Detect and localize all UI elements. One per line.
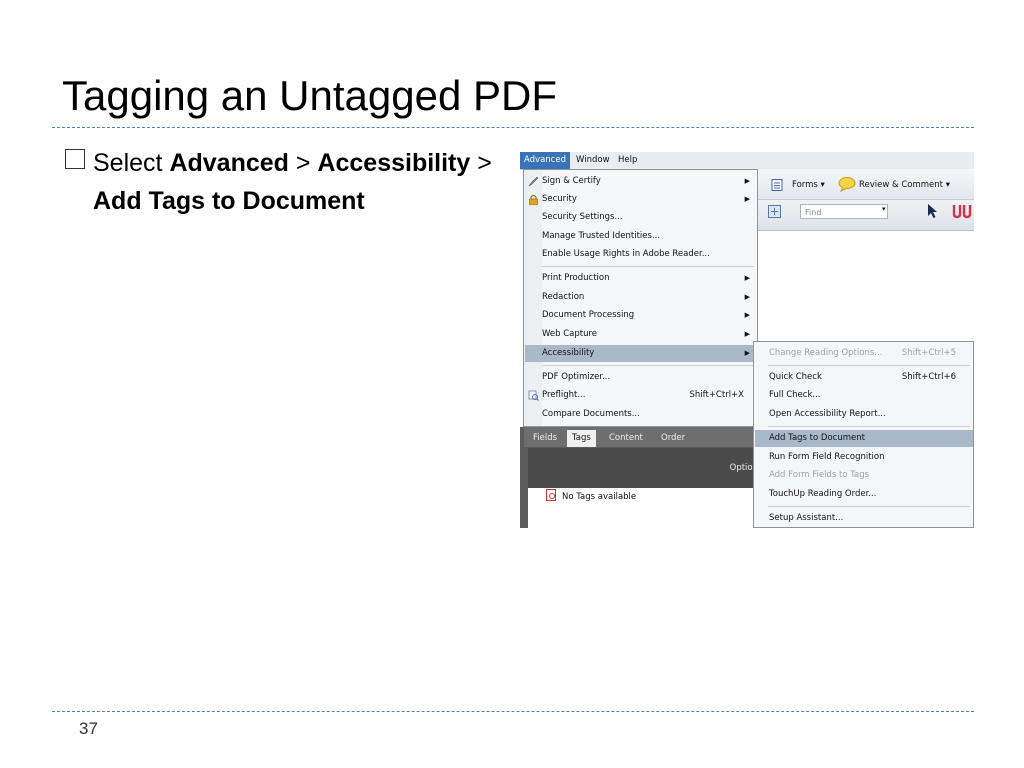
menu-item-label: Sign & Certify [542,176,601,186]
submenu-arrow-icon: ▶ [744,311,750,319]
submenu-item-label: Open Accessibility Report... [769,409,886,419]
submenu-item-label: Full Check... [769,390,821,400]
submenu-separator [768,506,970,507]
submenu-shortcut: Shift+Ctrl+5 [901,348,956,358]
submenu-item-run-form-field-recognition[interactable]: Run Form Field Recognition [755,449,973,466]
submenu-arrow-icon: ▶ [744,349,750,357]
menu-item-security[interactable]: Security ▶ [525,191,756,208]
submenu-separator [768,365,970,366]
review-comment-icon [838,176,858,195]
bullet-step-accessibility: Accessibility [317,149,471,177]
menu-item-label: Preflight... [542,390,586,400]
menu-help[interactable]: Help [614,152,641,169]
bullet-separator: > [470,149,492,177]
tab-order[interactable]: Order [656,430,690,447]
submenu-shortcut: Shift+Ctrl+6 [901,372,956,382]
preflight-icon [528,390,539,401]
menu-item-label: Security [542,194,577,204]
submenu-item-label: TouchUp Reading Order... [769,489,877,499]
menu-item-redaction[interactable]: Redaction ▶ [525,289,756,306]
menu-item-label: Compare Documents... [542,409,640,419]
select-tool-icon[interactable] [926,203,938,222]
menu-separator [542,365,754,366]
menu-item-label: Enable Usage Rights in Adobe Reader... [542,249,710,259]
submenu-item-quick-check[interactable]: Quick Check Shift+Ctrl+6 [755,369,973,386]
menu-item-web-capture[interactable]: Web Capture ▶ [525,326,756,343]
submenu-item-add-tags-to-document[interactable]: Add Tags to Document [755,430,973,447]
menu-item-document-processing[interactable]: Document Processing ▶ [525,307,756,324]
menu-item-label: Manage Trusted Identities... [542,231,661,241]
menu-item-compare-documents[interactable]: Compare Documents... [525,406,756,423]
submenu-item-label: Add Form Fields to Tags [769,470,870,480]
pen-icon [528,176,539,187]
submenu-item-add-form-fields-to-tags: Add Form Fields to Tags [755,467,973,484]
menu-item-label: Accessibility [542,348,595,358]
fit-page-icon[interactable] [768,205,781,221]
menu-bar: Advanced Window Help [520,152,974,170]
menu-separator [542,266,754,267]
review-comment-button[interactable]: Review & Comment ▾ [859,180,950,190]
menu-item-label: Web Capture [542,329,598,339]
menu-item-preflight[interactable]: Preflight... Shift+Ctrl+X [525,387,756,404]
submenu-item-setup-assistant[interactable]: Setup Assistant... [755,510,973,527]
submenu-item-label: Change Reading Options... [769,348,883,358]
menu-item-accessibility[interactable]: Accessibility ▶ [525,345,756,362]
submenu-item-label: Quick Check [769,372,822,382]
menu-item-enable-usage-rights[interactable]: Enable Usage Rights in Adobe Reader... [525,246,756,263]
menu-item-label: Print Production [542,273,610,283]
submenu-separator [768,426,970,427]
bullet-prefix: Select [93,149,170,177]
lock-icon [529,195,538,205]
forms-icon [771,179,783,194]
submenu-item-label: Run Form Field Recognition [769,452,885,462]
submenu-arrow-icon: ▶ [744,293,750,301]
submenu-item-touchup-reading-order[interactable]: TouchUp Reading Order... [755,486,973,503]
menu-item-label: Redaction [542,292,585,302]
panel-header [528,448,758,488]
footer-divider [52,711,974,712]
submenu-item-change-reading-options: Change Reading Options... Shift+Ctrl+5 [755,345,973,362]
menu-item-manage-trusted-identities[interactable]: Manage Trusted Identities... [525,228,756,245]
menu-window[interactable]: Window [572,152,614,169]
acrobat-screenshot: Advanced Window Help Forms ▾ Review & Co… [520,152,974,528]
menu-item-sign-certify[interactable]: Sign & Certify ▶ [525,173,756,190]
submenu-item-open-accessibility-report[interactable]: Open Accessibility Report... [755,406,973,423]
tab-content[interactable]: Content [604,430,648,447]
find-dropdown-arrow-icon[interactable]: ▾ [882,205,886,213]
touchup-text-icon[interactable] [952,203,974,222]
title-divider [52,127,974,128]
bullet-separator: > [288,149,318,177]
menu-item-label: Document Processing [542,310,635,320]
bullet-instruction: Select Advanced > Accessibility > Add Ta… [93,144,493,220]
slide-number: 37 [79,719,98,738]
find-input[interactable]: Find [800,204,888,219]
menu-item-pdf-optimizer[interactable]: PDF Optimizer... [525,369,756,386]
menu-item-label: Security Settings... [542,212,623,222]
menu-item-print-production[interactable]: Print Production ▶ [525,270,756,287]
slide-title: Tagging an Untagged PDF [62,72,557,119]
submenu-item-label: Setup Assistant... [769,513,844,523]
tab-tags[interactable]: Tags [567,430,596,447]
pdf-document-icon [546,489,556,501]
submenu-arrow-icon: ▶ [744,330,750,338]
no-tags-message: No Tags available [562,492,637,502]
bullet-step-advanced: Advanced [169,149,289,177]
submenu-arrow-icon: ▶ [744,274,750,282]
submenu-arrow-icon: ▶ [744,195,750,203]
tab-fields[interactable]: Fields [528,430,562,447]
submenu-item-label: Add Tags to Document [769,433,865,443]
menu-shortcut: Shift+Ctrl+X [689,390,744,400]
submenu-arrow-icon: ▶ [744,177,750,185]
bullet-step-add-tags: Add Tags to Document [93,187,365,215]
menu-advanced[interactable]: Advanced [520,152,570,169]
menu-item-security-settings[interactable]: Security Settings... [525,209,756,226]
menu-item-label: PDF Optimizer... [542,372,611,382]
accessibility-submenu: Change Reading Options... Shift+Ctrl+5 Q… [753,341,974,528]
advanced-menu: Sign & Certify ▶ Security ▶ Security Set… [523,169,758,427]
submenu-item-full-check[interactable]: Full Check... [755,387,973,404]
forms-button[interactable]: Forms ▾ [792,180,825,190]
bullet-checkbox-icon [65,149,85,169]
